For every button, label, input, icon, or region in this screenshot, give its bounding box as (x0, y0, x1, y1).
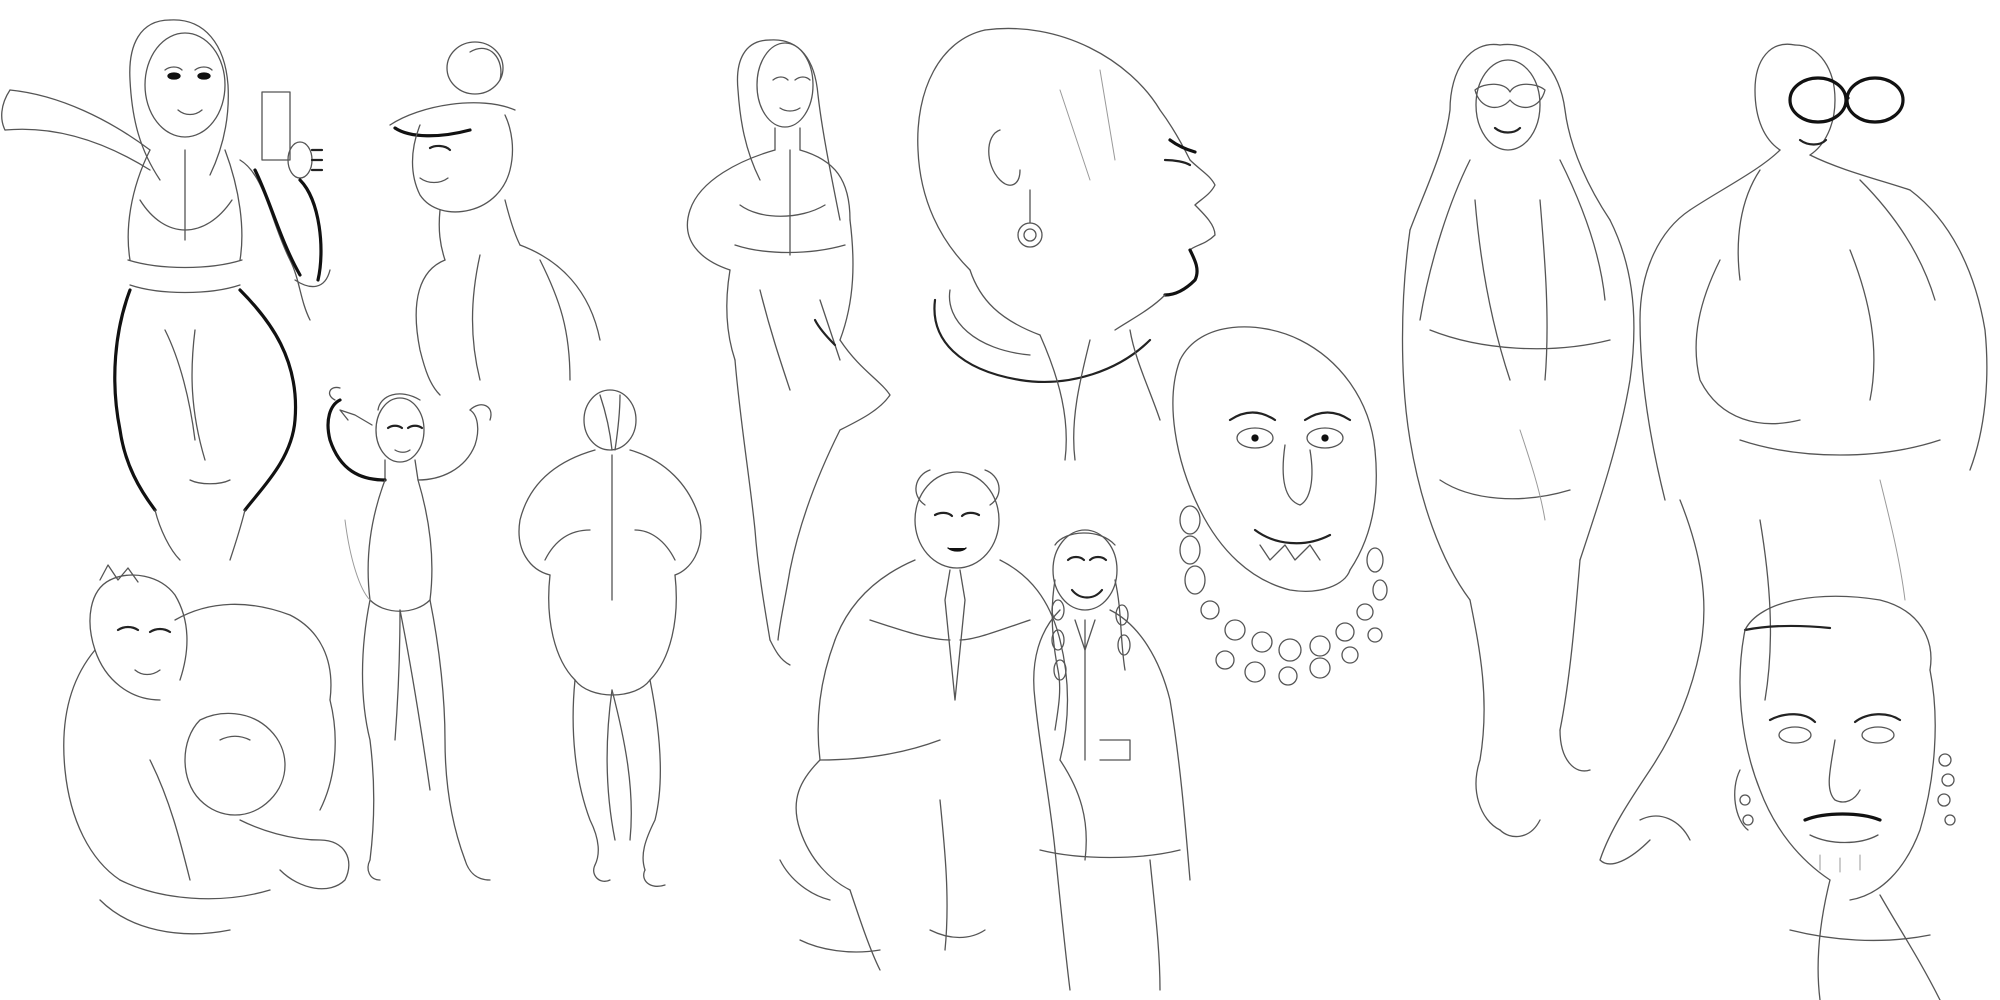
man-face-cap-earring (1734, 595, 1956, 1000)
muscular-man-hunched (63, 564, 350, 935)
woman-flexing-front (326, 386, 492, 881)
woman-selfie-phone (1, 19, 331, 561)
woman-back-view (518, 389, 702, 887)
woman-bun-profile (389, 41, 601, 396)
girl-braids-suit (1033, 529, 1191, 991)
woman-gold-earrings-beads (1172, 326, 1388, 686)
woman-sunglasses-coat (1401, 43, 1635, 838)
woman-seated-suit-tie (779, 469, 1087, 971)
sketch-sheet (1, 19, 1988, 1000)
drawing-canvas[interactable] (0, 0, 2000, 1000)
bald-head-profile-earring (917, 27, 1216, 461)
woman-zip-jumpsuit (686, 39, 891, 666)
man-sunglasses-coat (1599, 43, 1988, 865)
